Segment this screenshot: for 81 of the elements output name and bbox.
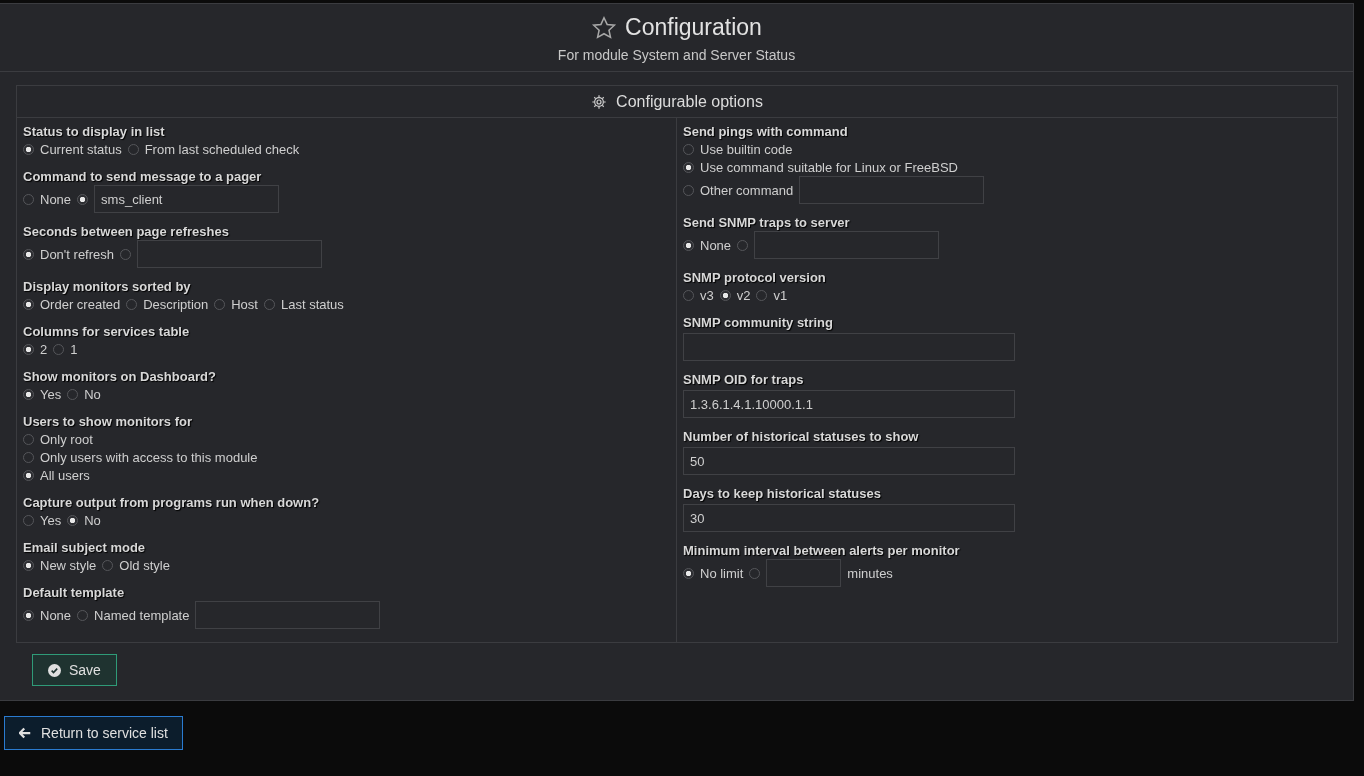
- option-label: SNMP protocol version: [683, 270, 827, 286]
- section-title: Configurable options: [616, 92, 763, 111]
- option-label: Minimum interval between alerts per monitor: [683, 543, 961, 559]
- radio-label: Only users with access to this module: [40, 449, 258, 465]
- radio-label: Description: [143, 296, 209, 312]
- input-field[interactable]: [683, 333, 1015, 361]
- option-label: Days to keep historical statuses: [683, 486, 882, 502]
- radio-label: Current status: [40, 141, 122, 157]
- radio-label: Yes: [40, 512, 62, 528]
- option-label: SNMP OID for traps: [683, 372, 805, 388]
- check-circle-icon: [48, 663, 61, 677]
- radio-label: New style: [40, 557, 97, 573]
- input-field[interactable]: 50: [683, 447, 1015, 475]
- radio-label: Use command suitable for Linux or FreeBSD: [700, 159, 958, 175]
- radio-label: No: [84, 512, 101, 528]
- radio-button[interactable]: [683, 161, 694, 173]
- radio-button[interactable]: [23, 469, 34, 481]
- radio-label: v2: [736, 287, 751, 303]
- option-label: Seconds between page refreshes: [23, 224, 230, 240]
- radio-button[interactable]: [23, 609, 34, 621]
- return-button[interactable]: Return to service list: [4, 716, 183, 750]
- option-label: Default template: [23, 585, 126, 601]
- input-field[interactable]: [754, 231, 940, 259]
- option-label: Capture output from programs run when down?: [23, 495, 321, 511]
- radio-label: Other command: [700, 182, 794, 198]
- option-label: Columns for services table: [23, 324, 191, 340]
- radio-button[interactable]: [719, 289, 731, 301]
- star-icon: [591, 14, 618, 41]
- option-label: Email subject mode: [23, 540, 147, 556]
- page-title: Configuration: [625, 14, 762, 41]
- radio-label: Use builtin code: [700, 141, 793, 157]
- option-label: Send SNMP traps to server: [683, 215, 851, 231]
- option-label: SNMP community string: [683, 315, 834, 331]
- radio-label: All users: [40, 467, 90, 483]
- input-field[interactable]: sms_client: [94, 185, 280, 213]
- unit-label: minutes: [847, 565, 893, 581]
- radio-label: Host: [231, 296, 258, 312]
- input-field[interactable]: [799, 176, 985, 204]
- radio-button[interactable]: [23, 388, 34, 400]
- radio-button[interactable]: [23, 143, 34, 155]
- radio-button[interactable]: [683, 239, 694, 251]
- input-field[interactable]: [195, 601, 381, 629]
- radio-label: Last status: [280, 296, 344, 312]
- input-field[interactable]: 30: [683, 504, 1015, 532]
- radio-label: Yes: [40, 386, 62, 402]
- radio-label: 2: [40, 341, 48, 357]
- radio-label: v3: [700, 287, 714, 303]
- radio-button[interactable]: [77, 193, 89, 205]
- radio-button[interactable]: [67, 514, 79, 526]
- radio-label: 1: [70, 341, 78, 357]
- radio-label: None: [40, 607, 72, 623]
- radio-label: Old style: [119, 557, 170, 573]
- radio-label: No: [84, 386, 101, 402]
- radio-label: None: [40, 191, 72, 207]
- radio-label: v1: [773, 287, 788, 303]
- page-subtitle: For module System and Server Status: [557, 47, 796, 63]
- input-field[interactable]: 1.3.6.1.4.1.10000.1.1: [683, 390, 1015, 418]
- radio-label: Don't refresh: [40, 246, 114, 262]
- option-label: Show monitors on Dashboard?: [23, 369, 217, 385]
- radio-label: Only root: [40, 431, 93, 447]
- save-button[interactable]: Save: [32, 654, 117, 686]
- option-label: Users to show monitors for: [23, 414, 194, 430]
- option-label: Number of historical statuses to show: [683, 429, 920, 445]
- radio-label: Named template: [94, 607, 190, 623]
- arrow-left-icon: [19, 727, 31, 739]
- option-label: Status to display in list: [23, 124, 166, 140]
- radio-button[interactable]: [23, 559, 34, 571]
- radio-label: No limit: [700, 565, 744, 581]
- radio-label: None: [700, 237, 732, 253]
- input-field[interactable]: [137, 240, 322, 268]
- option-label: Command to send message to a pager: [23, 169, 263, 185]
- radio-button[interactable]: [23, 248, 34, 260]
- radio-button[interactable]: [23, 298, 34, 310]
- settings-icon: [591, 93, 608, 110]
- option-label: Send pings with command: [683, 124, 849, 140]
- option-label: Display monitors sorted by: [23, 279, 192, 295]
- radio-label: Order created: [40, 296, 121, 312]
- radio-button[interactable]: [23, 343, 34, 355]
- radio-label: From last scheduled check: [144, 141, 300, 157]
- radio-button[interactable]: [683, 567, 694, 579]
- input-field[interactable]: [766, 559, 842, 587]
